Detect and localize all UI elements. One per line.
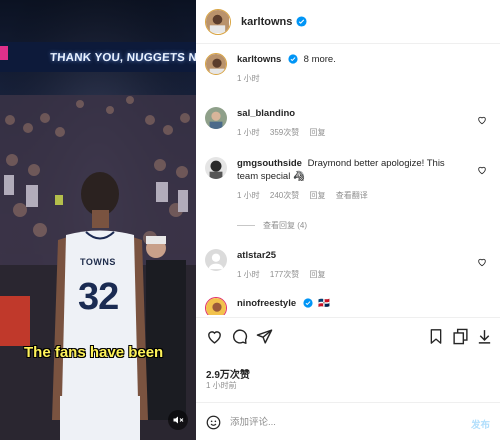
comment-likes[interactable]: 177次赞: [270, 270, 299, 279]
avatar[interactable]: [205, 297, 227, 315]
avatar[interactable]: [205, 53, 227, 75]
post-timestamp: 1 小时前: [206, 381, 237, 390]
comment-username[interactable]: gmgsouthside: [237, 158, 302, 169]
heart-icon[interactable]: [206, 328, 223, 350]
avatar[interactable]: [205, 107, 227, 129]
comment-likes[interactable]: 240次赞: [270, 191, 299, 200]
comment-input[interactable]: [230, 411, 450, 433]
caption-username[interactable]: karltowns: [237, 54, 281, 65]
avatar[interactable]: [205, 157, 227, 179]
comment-text: 🇩🇴: [318, 298, 331, 309]
arena-banner-text: THANK YOU, NUGGETS NATION: [49, 52, 196, 64]
reply-link[interactable]: 回复: [310, 128, 326, 137]
jersey-name: TOWNS: [80, 257, 116, 267]
verified-badge-icon: [288, 54, 298, 65]
post-media-video[interactable]: THANK YOU, NUGGETS NATION TOWNS 32 The f…: [0, 0, 196, 440]
heart-icon[interactable]: [477, 112, 487, 130]
caption-text: 8 more.: [303, 54, 336, 65]
emoji-icon[interactable]: [206, 415, 221, 435]
avatar[interactable]: [205, 249, 227, 271]
post-action-bar: [196, 317, 500, 357]
avatar[interactable]: [205, 8, 231, 35]
jersey-number: 32: [78, 276, 119, 318]
replies-divider: [237, 225, 255, 226]
post-header: karltowns: [196, 0, 500, 44]
likes-count[interactable]: 2.9万次赞: [206, 366, 250, 381]
comment-time: 1 小时: [237, 270, 260, 279]
verified-badge-icon: [303, 298, 313, 309]
view-replies-button[interactable]: 查看回复 (4): [237, 220, 307, 231]
comments-list[interactable]: karltowns 8 more. 1 小时 sal_blandino 1 小时…: [196, 45, 500, 315]
heart-icon[interactable]: [477, 254, 487, 272]
comment-icon[interactable]: [231, 328, 248, 350]
comment-likes[interactable]: 359次赞: [270, 128, 299, 137]
reply-link[interactable]: 回复: [310, 270, 326, 279]
author-username[interactable]: karltowns: [241, 16, 292, 28]
comment-time: 1 小时: [237, 128, 260, 137]
arena-scene-image: [0, 0, 196, 440]
comment-username[interactable]: sal_blandino: [237, 108, 295, 119]
comment-username[interactable]: ninofreestyle: [237, 298, 296, 309]
copy-icon[interactable]: [452, 328, 469, 350]
verified-badge-icon: [296, 16, 307, 27]
post-comment-button[interactable]: 发布: [471, 417, 490, 431]
caption-time: 1 小时: [237, 74, 260, 83]
video-caption: The fans have been: [24, 344, 164, 361]
post-detail-panel: karltowns karltowns 8 more. 1 小时 sal_bla…: [196, 0, 500, 440]
comment-composer: 发布: [196, 402, 500, 440]
download-icon[interactable]: [476, 328, 493, 350]
reply-link[interactable]: 回复: [310, 191, 326, 200]
paper-plane-icon[interactable]: [256, 328, 273, 350]
bookmark-icon[interactable]: [428, 328, 444, 350]
speaker-muted-icon[interactable]: [168, 410, 188, 430]
view-replies-label: 查看回复 (4): [263, 221, 307, 230]
comment-username[interactable]: atlstar25: [237, 250, 276, 261]
comment-time: 1 小时: [237, 191, 260, 200]
heart-icon[interactable]: [477, 162, 487, 180]
translate-link[interactable]: 查看翻译: [336, 191, 368, 200]
